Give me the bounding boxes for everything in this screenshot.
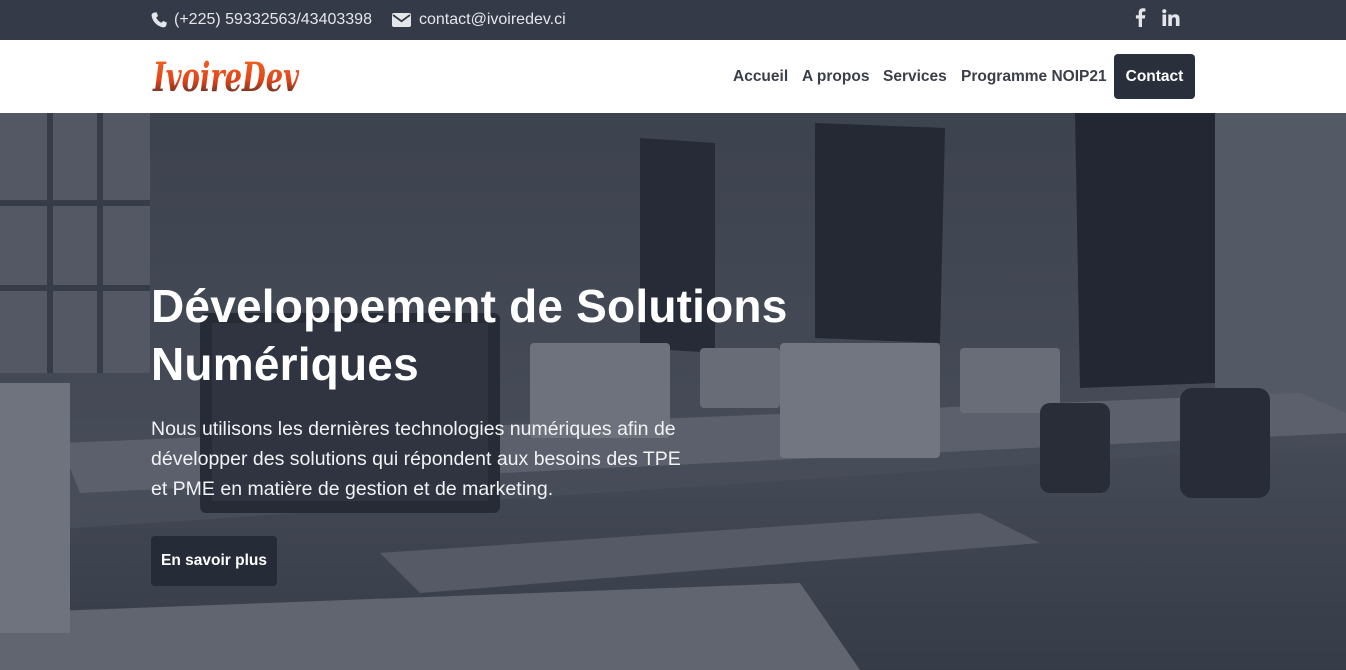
email-contact[interactable]: contact@ivoiredev.ci <box>392 0 566 40</box>
linkedin-icon <box>1162 9 1180 31</box>
logo[interactable]: IvoireDev <box>151 52 301 101</box>
logo-wordmark: IvoireDev <box>152 54 299 101</box>
nav-link-programme-noip21[interactable]: Programme NOIP21 <box>961 40 1107 113</box>
nav-link-services[interactable]: Services <box>883 40 947 113</box>
facebook-link[interactable] <box>1135 0 1146 40</box>
hero-description: Nous utilisons les dernières technologie… <box>151 418 681 500</box>
phone-number: (+225) 59332563/43403398 <box>174 11 372 28</box>
hero-title: Développement de Solutions Numériques <box>151 280 788 390</box>
phone-icon <box>151 12 167 28</box>
logo-text: IvoireDev <box>152 54 299 100</box>
contact-button[interactable]: Contact <box>1114 54 1195 99</box>
linkedin-link[interactable] <box>1162 0 1180 40</box>
phone-contact[interactable]: (+225) 59332563/43403398 <box>151 0 372 40</box>
nav-link-accueil[interactable]: Accueil <box>733 40 788 113</box>
top-bar: (+225) 59332563/43403398 contact@ivoired… <box>0 0 1346 40</box>
envelope-icon <box>392 12 411 28</box>
learn-more-button[interactable]: En savoir plus <box>151 536 277 586</box>
email-address: contact@ivoiredev.ci <box>419 11 566 28</box>
hero-section: Développement de Solutions Numériques No… <box>0 113 1346 670</box>
facebook-icon <box>1135 8 1146 32</box>
nav-link-a-propos[interactable]: A propos <box>802 40 869 113</box>
